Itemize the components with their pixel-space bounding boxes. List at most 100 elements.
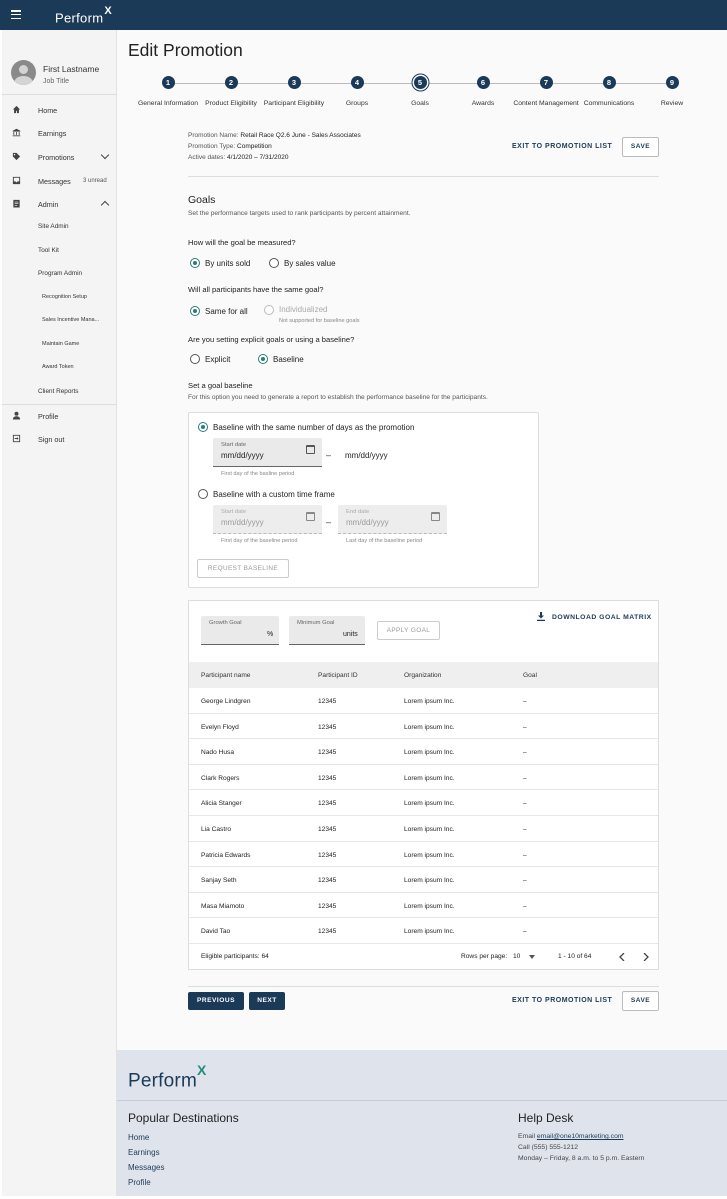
- step-1[interactable]: 1 General Information: [133, 76, 203, 109]
- step-label: Product Eligibility: [205, 100, 257, 107]
- step-9[interactable]: 9 Review: [637, 76, 707, 109]
- custom-end-date-input: End date mm/dd/yyyy: [338, 505, 447, 534]
- footer-link-messages[interactable]: Messages: [128, 1163, 164, 1172]
- exit-to-promotion-list-button-bottom[interactable]: EXIT TO PROMOTION LIST: [512, 997, 612, 1004]
- table-row[interactable]: Masa Miamoto 12345 Lorem ipsum Inc. –: [189, 893, 658, 919]
- table-cell: 12345: [318, 902, 337, 910]
- step-3[interactable]: 3 Participant Eligibility: [259, 76, 329, 109]
- next-button[interactable]: NEXT: [249, 992, 285, 1010]
- step-label: Communications: [583, 100, 635, 107]
- start-date-input[interactable]: Start date mm/dd/yyyy: [213, 438, 322, 467]
- radio-explicit[interactable]: [190, 354, 200, 364]
- email-link[interactable]: email@one10marketing.com: [537, 1133, 624, 1140]
- sidebar-item-profile[interactable]: Profile: [2, 406, 117, 426]
- column-header[interactable]: Goal: [523, 672, 537, 679]
- growth-goal-input[interactable]: Growth Goal %: [201, 616, 279, 645]
- table-row[interactable]: George Lindgren 12345 Lorem ipsum Inc. –: [189, 688, 658, 714]
- sidebar-item-site-admin[interactable]: Site Admin: [38, 223, 69, 230]
- chevron-right-icon[interactable]: [643, 953, 649, 961]
- table-row[interactable]: David Tao 12345 Lorem ipsum Inc. –: [189, 918, 658, 944]
- sidebar-item-award-token[interactable]: Award Token: [42, 364, 74, 370]
- request-baseline-button: REQUEST BASELINE: [197, 559, 289, 578]
- step-number: 1: [161, 76, 175, 89]
- caret-down-icon[interactable]: [529, 955, 535, 959]
- promotion-type: Promotion Type: Competition: [188, 143, 272, 150]
- sidebar-item-tool-kit[interactable]: Tool Kit: [38, 247, 59, 254]
- table-row[interactable]: Sanjay Seth 12345 Lorem ipsum Inc. –: [189, 867, 658, 893]
- radio-sales-value[interactable]: [269, 258, 279, 268]
- page-title: Edit Promotion: [128, 40, 243, 60]
- table-cell: 12345: [318, 928, 337, 936]
- calendar-icon[interactable]: [306, 445, 315, 454]
- sidebar-item-earnings[interactable]: Earnings: [2, 123, 117, 143]
- table-cell: 12345: [318, 749, 337, 757]
- table-cell: 12345: [318, 826, 337, 833]
- table-cell: Nado Husa: [201, 749, 234, 757]
- download-icon[interactable]: [537, 612, 545, 621]
- table-row[interactable]: Alicia Stanger 12345 Lorem ipsum Inc. –: [189, 790, 658, 816]
- table-row[interactable]: Nado Husa 12345 Lorem ipsum Inc. –: [189, 739, 658, 765]
- sidebar-item-program-admin[interactable]: Program Admin: [38, 270, 82, 277]
- question-measure: How will the goal be measured?: [188, 238, 296, 247]
- minimum-goal-input[interactable]: Minimum Goal units: [289, 616, 365, 645]
- previous-button[interactable]: PREVIOUS: [188, 992, 244, 1010]
- sidebar-item-promotions[interactable]: Promotions: [2, 147, 117, 167]
- table-row[interactable]: Evelyn Floyd 12345 Lorem ipsum Inc. –: [189, 714, 658, 740]
- step-label: Groups: [345, 100, 369, 107]
- promotion-name: Promotion Name: Retail Race Q2.6 June - …: [188, 132, 361, 139]
- footer-link-earnings[interactable]: Earnings: [128, 1148, 160, 1157]
- sidebar: First Lastname Job Title Home Earnings P…: [2, 30, 117, 1196]
- save-button[interactable]: SAVE: [622, 137, 659, 157]
- footer-link-profile[interactable]: Profile: [128, 1178, 151, 1187]
- download-goal-matrix-button[interactable]: DOWNLOAD GOAL MATRIX: [552, 614, 652, 621]
- footer-logo[interactable]: PerformX: [128, 1062, 207, 1092]
- exit-to-promotion-list-button[interactable]: EXIT TO PROMOTION LIST: [512, 143, 612, 150]
- clipboard-icon: [13, 199, 20, 208]
- sidebar-item-recognition-setup[interactable]: Recognition Setup: [42, 294, 87, 300]
- question-same-goal: Will all participants have the same goal…: [188, 285, 324, 294]
- help-desk-heading: Help Desk: [518, 1111, 574, 1125]
- step-label: Awards: [471, 100, 495, 107]
- sidebar-item-admin[interactable]: Admin: [2, 194, 117, 214]
- step-2[interactable]: 2 Product Eligibility: [196, 76, 266, 109]
- column-header[interactable]: Organization: [404, 672, 441, 679]
- radio-baseline-custom[interactable]: [198, 489, 208, 499]
- step-8[interactable]: 8 Communications: [574, 76, 644, 109]
- table-row[interactable]: Patricia Edwards 12345 Lorem ipsum Inc. –: [189, 842, 658, 868]
- footer-link-home[interactable]: Home: [128, 1133, 149, 1142]
- table-cell: Clark Rogers: [201, 774, 240, 782]
- step-5[interactable]: 5 Goals: [385, 76, 455, 109]
- sidebar-item-client-reports[interactable]: Client Reports: [38, 388, 79, 395]
- radio-individualized-label: Individualized: [279, 305, 328, 314]
- sidebar-item-home[interactable]: Home: [2, 100, 117, 120]
- radio-baseline-custom-label: Baseline with a custom time frame: [213, 490, 335, 499]
- sidebar-item-sign-out[interactable]: Sign out: [2, 429, 117, 449]
- table-row[interactable]: Clark Rogers 12345 Lorem ipsum Inc. –: [189, 765, 658, 791]
- column-header[interactable]: Participant ID: [318, 672, 358, 679]
- chevron-left-icon[interactable]: [619, 953, 625, 961]
- eligible-participants: Eligible participants: 64: [201, 953, 269, 960]
- pagination-range: 1 - 10 of 64: [558, 953, 592, 960]
- table-row[interactable]: Lia Castro 12345 Lorem ipsum Inc. –: [189, 816, 658, 842]
- sidebar-item-sales-incentive[interactable]: Sales Incentive Mana...: [42, 317, 99, 323]
- radio-baseline[interactable]: [258, 354, 268, 364]
- step-4[interactable]: 4 Groups: [322, 76, 392, 109]
- sidebar-item-maintain-game[interactable]: Maintain Game: [42, 341, 79, 347]
- step-number: 6: [476, 76, 490, 89]
- table-cell: –: [523, 851, 527, 859]
- save-button-bottom[interactable]: SAVE: [622, 991, 659, 1011]
- step-6[interactable]: 6 Awards: [448, 76, 518, 109]
- radio-same-for-all[interactable]: [190, 306, 200, 316]
- sidebar-item-messages[interactable]: Messages 3 unread: [2, 171, 117, 191]
- goals-description: Set the performance targets used to rank…: [188, 210, 411, 217]
- menu-icon[interactable]: [11, 10, 21, 20]
- column-header[interactable]: Participant name: [201, 672, 250, 679]
- radio-baseline-same-days[interactable]: [198, 422, 208, 432]
- table-cell: –: [523, 774, 527, 782]
- app-logo[interactable]: PerformX: [55, 5, 112, 25]
- divider: [188, 986, 659, 987]
- radio-units-sold[interactable]: [190, 258, 200, 268]
- rows-per-page-select[interactable]: 10: [513, 953, 520, 960]
- table-cell: 12345: [318, 877, 337, 885]
- step-7[interactable]: 7 Content Management: [511, 76, 581, 109]
